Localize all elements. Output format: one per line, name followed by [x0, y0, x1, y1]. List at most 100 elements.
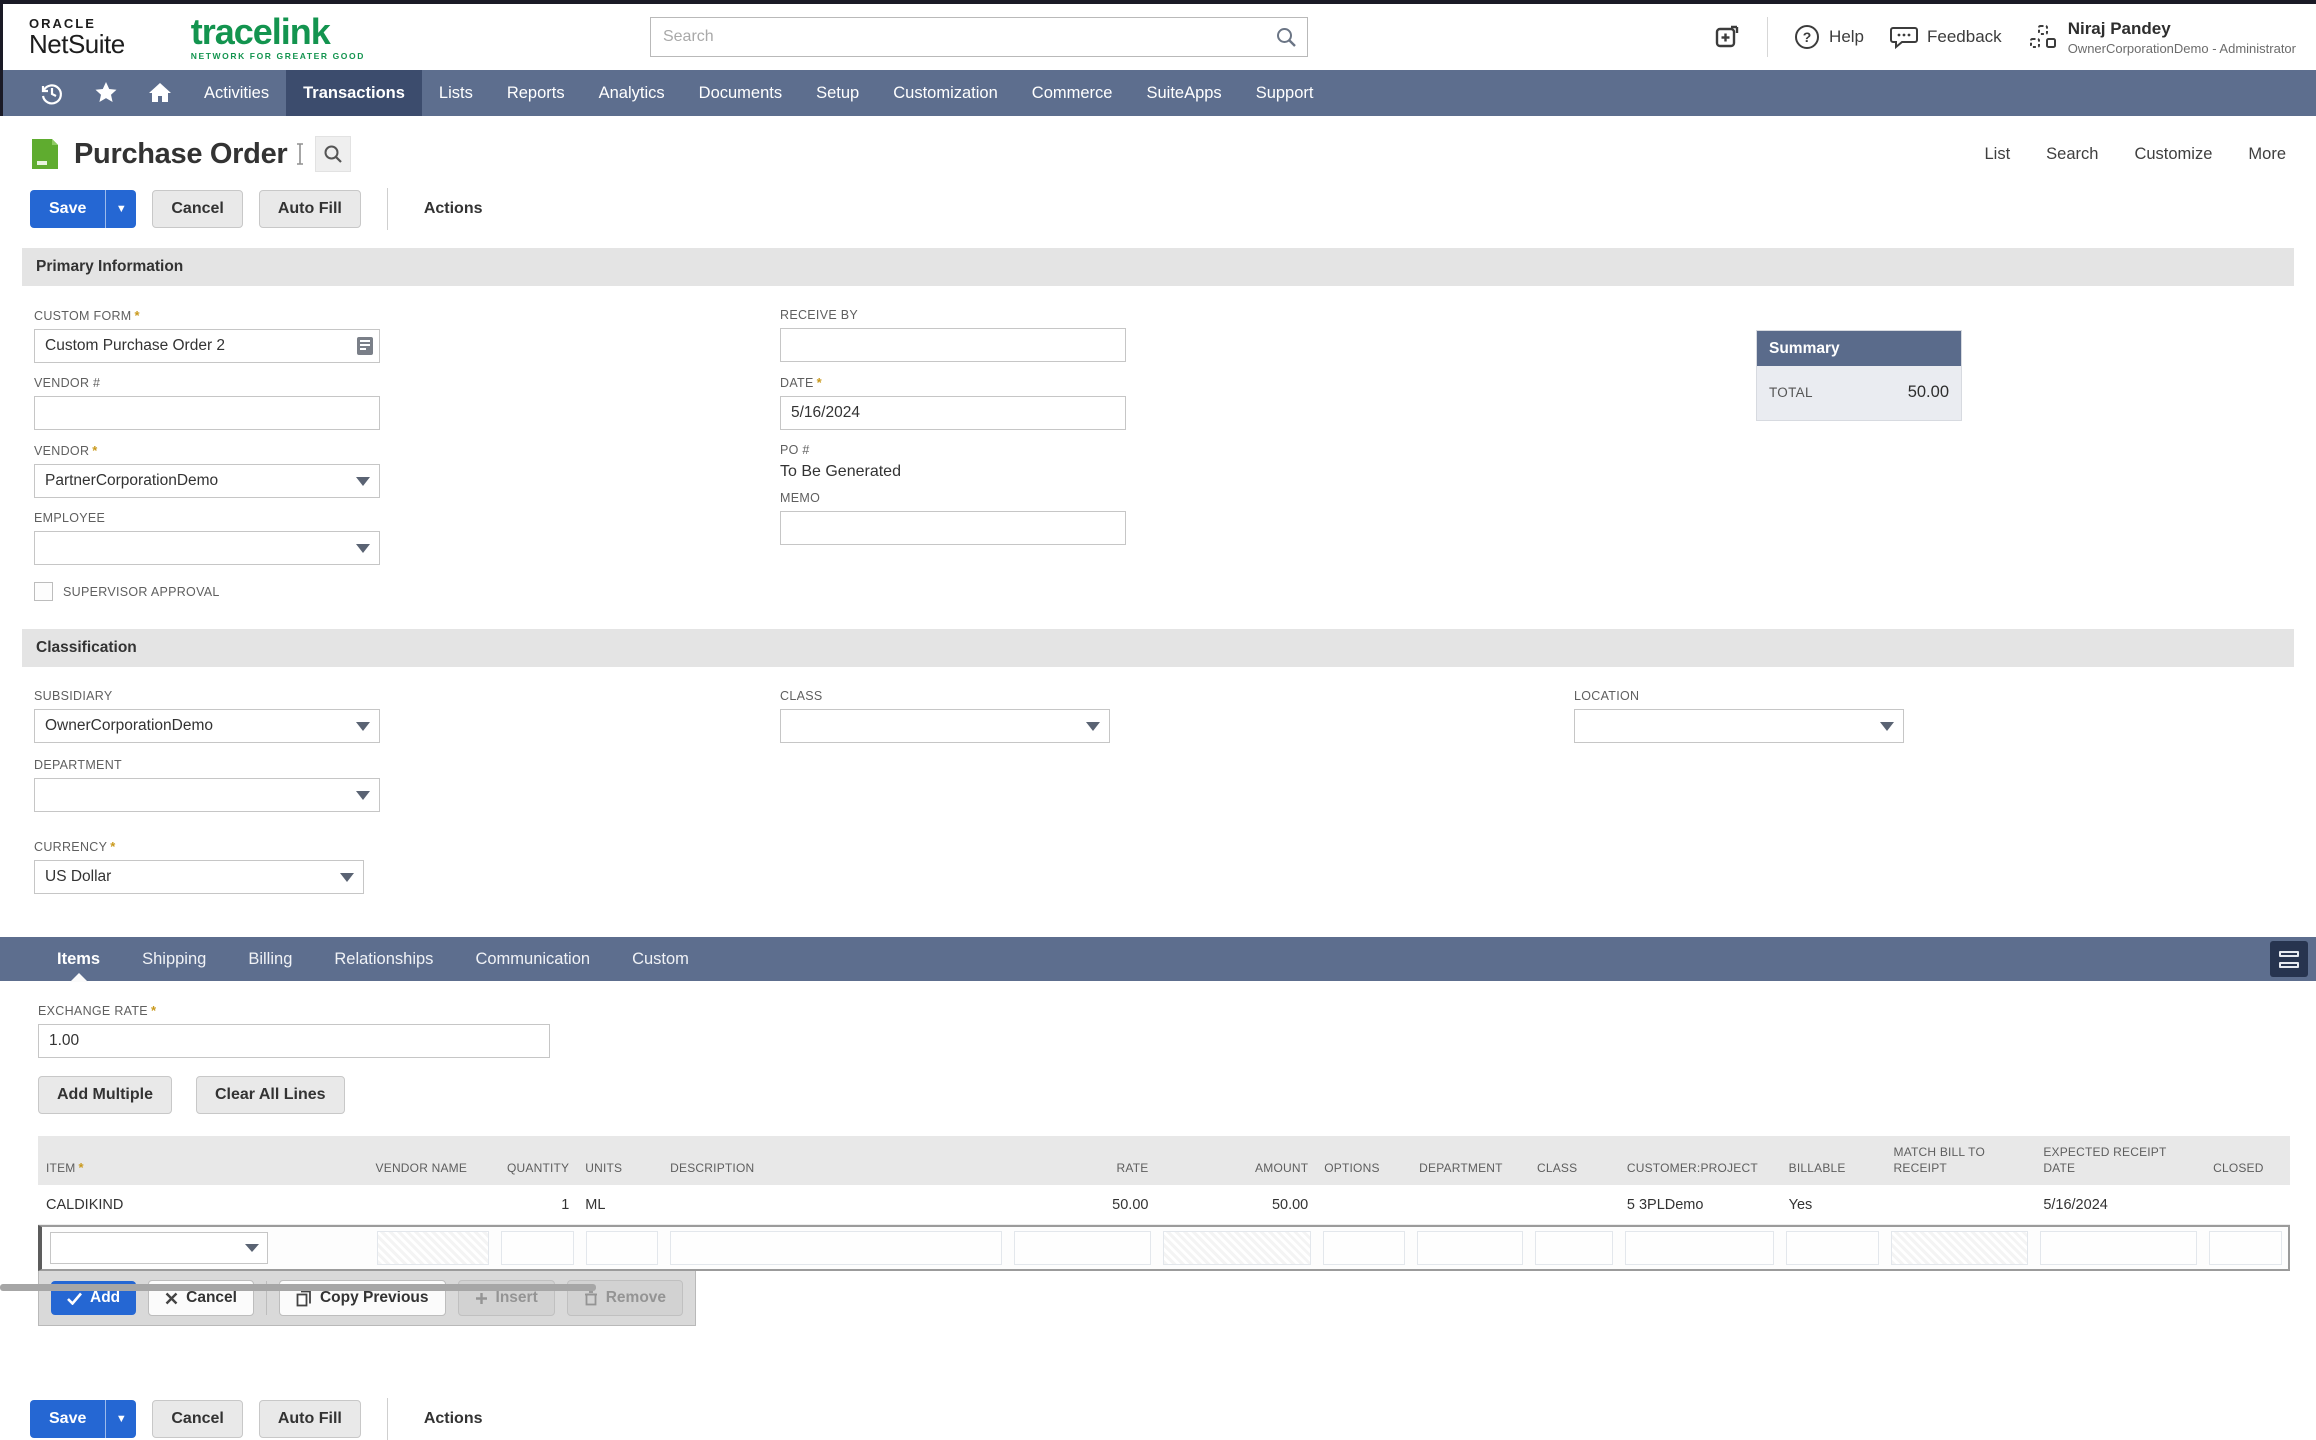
cancel-button[interactable]: Cancel [152, 190, 242, 228]
item-row-1-rate: 50.00 [1007, 1197, 1157, 1213]
home-icon[interactable] [133, 70, 187, 116]
vendor-number-field[interactable] [34, 396, 380, 430]
edit-cell-quantity[interactable] [501, 1231, 574, 1265]
summary-total-label: TOTAL [1769, 385, 1813, 400]
receive-by-field[interactable] [780, 328, 1126, 362]
nav-item-reports[interactable]: Reports [490, 70, 582, 116]
item-row-1[interactable]: CALDIKIND 1 ML 50.00 50.00 5 3PLDemo Yes… [38, 1185, 2290, 1225]
edit-cell-rate[interactable] [1014, 1231, 1151, 1265]
department-select[interactable] [34, 778, 380, 812]
edit-cell-expected-date[interactable] [2040, 1231, 2197, 1265]
text-cursor-icon [293, 142, 307, 166]
tab-relationships[interactable]: Relationships [313, 937, 454, 981]
nav-item-setup[interactable]: Setup [799, 70, 876, 116]
chevron-down-icon [340, 873, 354, 882]
save-button[interactable]: Save ▼ [30, 190, 136, 228]
save-button-label[interactable]: Save [30, 190, 106, 228]
item-edit-row[interactable] [38, 1225, 2290, 1271]
form-list-icon[interactable] [356, 336, 374, 356]
edit-cell-units[interactable] [586, 1231, 659, 1265]
save-button-bottom[interactable]: Save ▼ [30, 1400, 136, 1438]
tracelink-tagline: NETWORK FOR GREATER GOOD [191, 52, 365, 61]
add-multiple-button[interactable]: Add Multiple [38, 1076, 172, 1114]
employee-select[interactable] [34, 531, 380, 565]
main-nav: Activities Transactions Lists Reports An… [0, 70, 2316, 116]
nav-item-customization[interactable]: Customization [876, 70, 1015, 116]
shortcuts-star-icon[interactable] [79, 70, 133, 116]
subtab-view-toggle-icon[interactable] [2270, 941, 2308, 977]
chevron-down-icon [356, 544, 370, 553]
edit-cell-options[interactable] [1323, 1231, 1406, 1265]
autofill-button-bottom[interactable]: Auto Fill [259, 1400, 361, 1438]
tab-billing[interactable]: Billing [227, 937, 313, 981]
help-button[interactable]: ? Help [1794, 24, 1864, 50]
clear-all-lines-button[interactable]: Clear All Lines [196, 1076, 345, 1114]
new-item-select[interactable] [50, 1232, 268, 1264]
feedback-button[interactable]: Feedback [1890, 24, 2002, 50]
nav-item-lists[interactable]: Lists [422, 70, 490, 116]
nav-item-analytics[interactable]: Analytics [582, 70, 682, 116]
tab-custom[interactable]: Custom [611, 937, 710, 981]
item-row-1-quantity: 1 [492, 1197, 577, 1213]
col-rate: RATE [1007, 1160, 1157, 1176]
chevron-down-icon [1086, 722, 1100, 731]
user-name: Niraj Pandey [2068, 19, 2296, 39]
location-select[interactable] [1574, 709, 1904, 743]
nav-item-activities[interactable]: Activities [187, 70, 286, 116]
save-button-bottom-label[interactable]: Save [30, 1400, 106, 1438]
supervisor-approval-checkbox[interactable] [34, 582, 53, 601]
nav-item-commerce[interactable]: Commerce [1015, 70, 1130, 116]
user-role: OwnerCorporationDemo - Administrator [2068, 41, 2296, 56]
user-menu[interactable]: Niraj Pandey OwnerCorporationDemo - Admi… [2028, 19, 2296, 56]
nav-item-suiteapps[interactable]: SuiteApps [1129, 70, 1238, 116]
recent-records-icon[interactable] [25, 70, 79, 116]
cancel-button-bottom[interactable]: Cancel [152, 1400, 242, 1438]
edit-cell-closed[interactable] [2209, 1231, 2282, 1265]
nav-item-support[interactable]: Support [1239, 70, 1331, 116]
save-dropdown-arrow-icon[interactable]: ▼ [106, 1400, 136, 1438]
memo-label: MEMO [780, 491, 1540, 505]
page-title: Purchase Order [74, 138, 287, 171]
items-table: ITEM* VENDOR NAME QUANTITY UNITS DESCRIP… [38, 1136, 2290, 1271]
record-search-button[interactable] [315, 136, 351, 172]
search-icon[interactable] [1275, 26, 1297, 48]
edit-cell-description[interactable] [670, 1231, 1002, 1265]
vendor-select[interactable]: PartnerCorporationDemo [34, 464, 380, 498]
item-row-1-amount: 50.00 [1156, 1197, 1316, 1213]
subsidiary-select[interactable]: OwnerCorporationDemo [34, 709, 380, 743]
item-row-1-item: CALDIKIND [38, 1197, 368, 1213]
date-field[interactable] [780, 396, 1126, 430]
tab-items[interactable]: Items [36, 937, 121, 981]
customize-link[interactable]: Customize [2134, 145, 2212, 164]
col-options: OPTIONS [1316, 1160, 1411, 1176]
tab-communication[interactable]: Communication [454, 937, 611, 981]
global-search-input[interactable] [663, 28, 1275, 46]
currency-select[interactable]: US Dollar [34, 860, 364, 894]
search-link[interactable]: Search [2046, 145, 2098, 164]
nav-item-transactions[interactable]: Transactions [286, 70, 422, 116]
edit-cell-class[interactable] [1535, 1231, 1613, 1265]
edit-cell-department[interactable] [1417, 1231, 1523, 1265]
memo-field[interactable] [780, 511, 1126, 545]
chevron-down-icon [356, 477, 370, 486]
list-link[interactable]: List [1984, 145, 2010, 164]
edit-cell-customer-project[interactable] [1625, 1231, 1774, 1265]
vendor-number-label: VENDOR # [34, 376, 780, 390]
autofill-button[interactable]: Auto Fill [259, 190, 361, 228]
horizontal-scrollbar-thumb[interactable] [0, 1284, 596, 1291]
exchange-rate-field[interactable] [38, 1024, 550, 1058]
actions-button[interactable]: Actions [414, 191, 493, 227]
tab-shipping[interactable]: Shipping [121, 937, 227, 981]
create-new-icon[interactable] [1713, 23, 1741, 51]
actions-button-bottom[interactable]: Actions [414, 1401, 493, 1437]
col-item: ITEM* [38, 1159, 368, 1177]
edit-cell-billable[interactable] [1786, 1231, 1879, 1265]
global-search[interactable] [650, 17, 1308, 57]
save-dropdown-arrow-icon[interactable]: ▼ [106, 190, 136, 228]
class-select[interactable] [780, 709, 1110, 743]
toolbar-divider [387, 1398, 388, 1440]
nav-item-documents[interactable]: Documents [682, 70, 799, 116]
more-link[interactable]: More [2248, 145, 2286, 164]
summary-panel-title: Summary [1757, 331, 1961, 366]
custom-form-field[interactable] [34, 329, 380, 363]
